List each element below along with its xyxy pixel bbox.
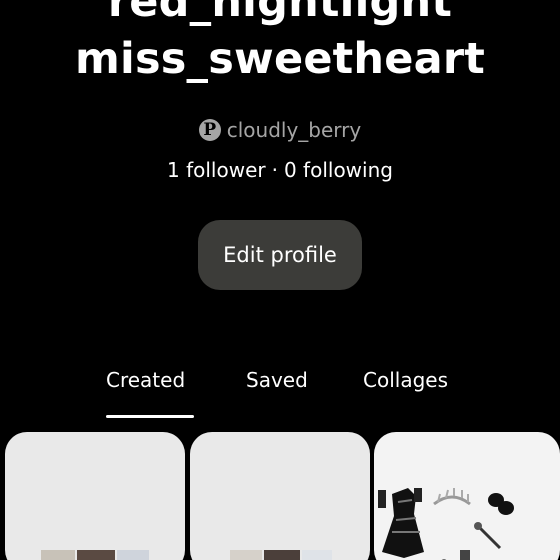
- active-tab-indicator: [106, 415, 194, 418]
- profile-display-name: red_nightlight miss_sweetheart: [0, 0, 560, 88]
- pin-grid: [0, 432, 560, 560]
- profile-tabs: Created Saved Collages: [0, 368, 560, 420]
- followers-count[interactable]: 1 follower: [167, 158, 266, 182]
- outfit-collage-image: [378, 488, 514, 560]
- profile-handle-row: P cloudly_berry: [0, 118, 560, 142]
- tab-saved[interactable]: Saved: [246, 368, 308, 392]
- profile-handle: cloudly_berry: [226, 118, 362, 142]
- collage-thumbnail-image: [77, 550, 115, 560]
- pin-card[interactable]: [5, 432, 185, 560]
- tab-created[interactable]: Created: [106, 368, 185, 392]
- profile-name-line-2: miss_sweetheart: [75, 34, 485, 84]
- pinterest-logo-icon: P: [198, 119, 221, 141]
- stats-separator: ·: [271, 158, 278, 182]
- following-count[interactable]: 0 following: [284, 158, 393, 182]
- edit-profile-button[interactable]: Edit profile: [198, 220, 362, 290]
- pin-card[interactable]: [190, 432, 370, 560]
- follow-stats: 1 follower · 0 following: [0, 158, 560, 182]
- collage-thumbnail-image: [117, 550, 149, 560]
- collage-thumbnail-image: [230, 550, 262, 560]
- tab-collages[interactable]: Collages: [363, 368, 448, 392]
- collage-thumbnail-image: [41, 550, 75, 560]
- profile-name-line-1: red_nightlight: [107, 0, 453, 27]
- collage-thumbnail-image: [264, 550, 300, 560]
- collage-thumbnail-image: [302, 550, 332, 560]
- pin-card[interactable]: [374, 432, 560, 560]
